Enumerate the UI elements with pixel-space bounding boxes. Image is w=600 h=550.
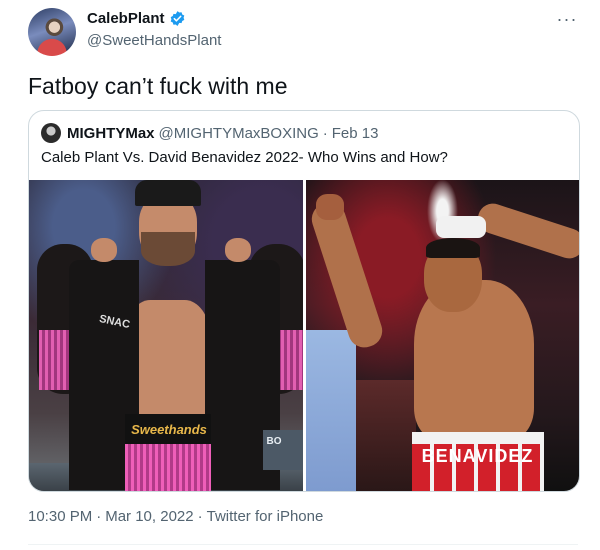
fighter-fist [315, 194, 344, 220]
more-horizontal-icon: ··· [556, 8, 578, 29]
trunks-fringe [125, 444, 211, 491]
more-options-button[interactable]: ··· [556, 8, 578, 30]
author-display-name[interactable]: CalebPlant [87, 10, 165, 27]
tweet-date[interactable]: Mar 10, 2022 [105, 508, 193, 525]
fighter-arm-left [307, 198, 386, 352]
meta-separator: · [96, 508, 102, 525]
quoted-tweet-text: Caleb Plant Vs. David Benavidez 2022- Wh… [41, 149, 448, 166]
photo-david-benavidez[interactable]: BENAVIDEZ [305, 180, 579, 491]
quoted-author-avatar [41, 123, 61, 143]
arena-sign: BO [262, 430, 303, 470]
fighter-hair [425, 238, 480, 258]
fighter-beard [141, 232, 195, 266]
quoted-author-display-name: MIGHTYMax [67, 124, 155, 142]
fighter-torso-right [413, 280, 534, 440]
photo-caleb-plant[interactable]: Sweethands SNAC BO [29, 180, 303, 491]
quoted-tweet[interactable]: MIGHTYMax @MIGHTYMaxBOXING · Feb 13 Cale… [28, 110, 580, 492]
tweet-time[interactable]: 10:30 PM [28, 508, 92, 525]
divider [28, 544, 578, 545]
author-avatar[interactable] [28, 8, 76, 56]
author-name-row: CalebPlant [87, 10, 186, 27]
author-handle[interactable]: @SweetHandsPlant [87, 32, 221, 49]
trunks-lettering-right: BENAVIDEZ [421, 446, 534, 466]
fighter-cap [135, 180, 201, 206]
referee [305, 330, 356, 491]
quoted-author-handle: @MIGHTYMaxBOXING [158, 124, 319, 142]
tweet-source[interactable]: Twitter for iPhone [207, 508, 324, 525]
fist-right [225, 238, 251, 262]
meta-separator: · [197, 508, 203, 525]
trunks-waistband [411, 432, 544, 444]
quoted-separator: · [322, 124, 328, 142]
fighter-arm-right [473, 199, 579, 263]
hand-wrap [435, 216, 486, 238]
tweet: CalebPlant @SweetHandsPlant ··· Fatboy c… [0, 0, 600, 550]
quoted-date: Feb 13 [331, 124, 379, 142]
quoted-media: Sweethands SNAC BO BENAVIDEZ [29, 180, 579, 491]
verified-badge-icon [170, 11, 184, 26]
tweet-text: Fatboy can’t fuck with me [28, 73, 288, 99]
fist-left [91, 238, 117, 262]
ring-crowd [355, 380, 416, 491]
tweet-meta: 10:30 PM · Mar 10, 2022 · Twitter for iP… [28, 508, 323, 525]
trunks-lettering: Sweethands [131, 422, 207, 437]
quoted-tweet-header: MIGHTYMax @MIGHTYMaxBOXING · Feb 13 [41, 123, 378, 143]
